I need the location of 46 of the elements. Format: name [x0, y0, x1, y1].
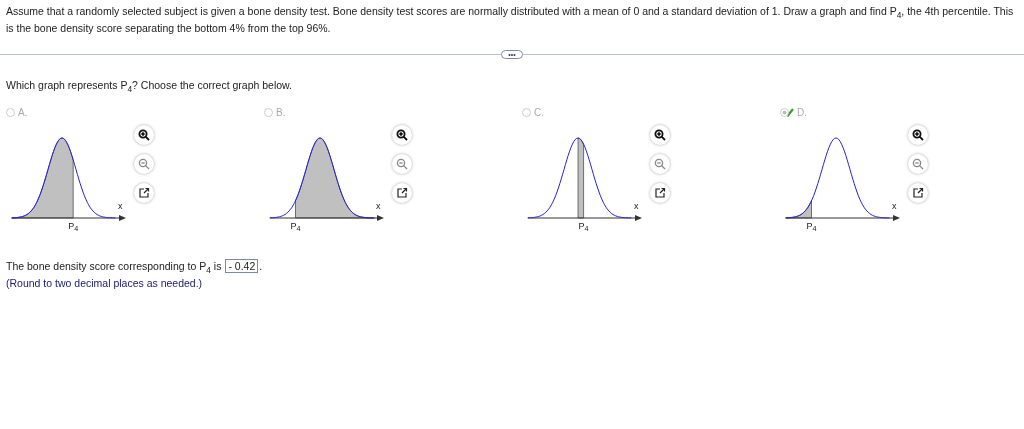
zoom-out-icon — [654, 158, 666, 170]
zoom-in-button[interactable] — [134, 125, 154, 145]
pop-out-icon — [396, 187, 408, 199]
zoom-out-icon — [912, 158, 924, 170]
zoom-out-button[interactable] — [392, 154, 412, 174]
zoom-in-button[interactable] — [650, 125, 670, 145]
percentile-label: P$_{4}$ — [578, 221, 589, 231]
zoom-in-icon — [912, 129, 924, 141]
radio-button[interactable] — [6, 107, 15, 117]
percentile-label: P$_{4}$ — [68, 221, 79, 231]
zoom-in-button[interactable] — [908, 125, 928, 145]
pop-out-icon — [138, 187, 150, 199]
pop-out-button[interactable] — [134, 183, 154, 203]
option-label: C. — [534, 106, 544, 118]
percentile-label: P$_{4}$ — [806, 221, 817, 231]
radio-button[interactable] — [780, 107, 789, 117]
percentile-label: P$_{4}$ — [290, 221, 301, 231]
axis-label: x — [634, 201, 639, 211]
zoom-in-button[interactable] — [392, 125, 412, 145]
pop-out-icon — [912, 187, 924, 199]
zoom-out-icon — [396, 158, 408, 170]
problem-text: Assume that a randomly selected subject is given a bone density test. Bone density test scores are normally distributed with a mean of 0 and a standard deviation of 1. Draw a graph and find P$_{4}$, the 4th percentile. This is the bone density score separating the bottom 4% from the top 96%. — [6, 4, 1015, 36]
answer-field[interactable]: - 0.42 — [225, 259, 259, 273]
pop-out-icon — [654, 187, 666, 199]
axis-label: x — [118, 201, 123, 211]
option-label: B. — [276, 106, 286, 118]
radio-button[interactable] — [264, 107, 273, 117]
option-label: D. — [797, 106, 807, 118]
question-text: Which graph represents P$_{4}$? Choose the correct graph below. — [6, 79, 293, 91]
pop-out-button[interactable] — [650, 183, 670, 203]
zoom-out-button[interactable] — [134, 154, 154, 174]
radio-button[interactable] — [522, 107, 531, 117]
pop-out-button[interactable] — [908, 183, 928, 203]
zoom-in-icon — [396, 129, 408, 141]
zoom-out-icon — [138, 158, 150, 170]
zoom-out-button[interactable] — [650, 154, 670, 174]
zoom-in-icon — [138, 129, 150, 141]
zoom-in-icon — [654, 129, 666, 141]
option-label: A. — [18, 106, 28, 118]
pop-out-button[interactable] — [392, 183, 412, 203]
axis-label: x — [376, 201, 381, 211]
axis-label: x — [892, 201, 897, 211]
answer-prompt: The bone density score corresponding to P$_{4}$ is — [6, 260, 222, 272]
answer-period: . — [259, 260, 263, 272]
rounding-hint: (Round to two decimal places as needed.) — [6, 277, 204, 289]
zoom-out-button[interactable] — [908, 154, 928, 174]
